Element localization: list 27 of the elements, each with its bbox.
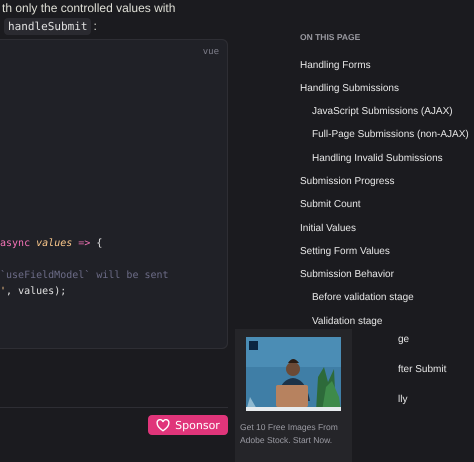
toc-link[interactable]: Handling Forms: [300, 58, 371, 73]
toc-link[interactable]: Submission Progress: [300, 175, 394, 189]
heart-icon: [156, 418, 170, 432]
toc-link[interactable]: Submission Behavior: [300, 268, 394, 282]
code-line: ', values);: [0, 285, 68, 299]
toc-link[interactable]: ge: [398, 333, 410, 348]
code-comment: `useFieldModel` will be sent: [0, 269, 169, 283]
language-label: vue: [202, 47, 219, 57]
toc-link[interactable]: Initial Values: [300, 222, 356, 236]
toc-link[interactable]: Validation stage: [312, 314, 382, 329]
toc-link[interactable]: Full-Page Submissions (non-AJAX): [312, 128, 469, 142]
toc-link[interactable]: lly: [398, 393, 408, 408]
toc-link[interactable]: fter Submit: [398, 363, 446, 378]
colon-text: :: [93, 18, 97, 35]
toc-link[interactable]: Setting Form Values: [300, 244, 390, 259]
toc-link[interactable]: JavaScript Submissions (AJAX): [312, 105, 453, 120]
sponsor-button[interactable]: Sponsor: [148, 415, 228, 435]
toc-link[interactable]: Submit Count: [300, 198, 361, 212]
code-line: async values => {: [0, 237, 104, 251]
inline-code: handleSubmit: [4, 18, 92, 35]
toc-link[interactable]: Handling Invalid Submissions: [312, 152, 443, 166]
toc-heading: ON THIS PAGE: [300, 32, 362, 44]
toc-link[interactable]: Handling Submissions: [300, 82, 399, 96]
toc-link[interactable]: Before validation stage: [312, 291, 414, 306]
ad-card[interactable]: Get 10 Free Images From Adobe Stock. Start Now.: [235, 329, 352, 462]
ad-text: Get 10 Free Images From Adobe Stock. Start Now.: [239, 421, 339, 447]
paragraph-text: th only the controlled values with: [2, 0, 176, 17]
